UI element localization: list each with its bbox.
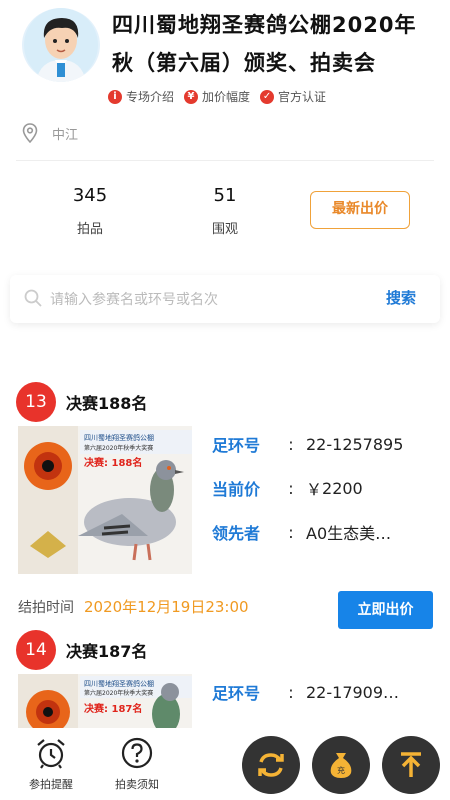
- views-stat: 51 围观: [195, 185, 255, 237]
- certified-badge[interactable]: ✓ 官方认证: [260, 88, 326, 105]
- search-bar[interactable]: 请输入参赛名或环号或名次 搜索: [10, 275, 440, 323]
- info-icon: i: [108, 89, 122, 104]
- increment-badge-label: 加价幅度: [202, 90, 251, 104]
- lot-number-badge: 14: [16, 630, 56, 670]
- arrow-up-icon: [401, 752, 421, 777]
- views-count: 51: [213, 185, 237, 206]
- current-price-label: 当前价: [212, 480, 261, 499]
- lot-header: 14 决赛187名: [16, 630, 147, 670]
- ring-number-label: 足环号: [212, 436, 261, 455]
- views-label: 围观: [211, 222, 238, 237]
- auction-header: 四川蜀地翔圣赛鸽公棚2020年秋（第六届）颁奖、拍卖会 i 专场介绍 ¥ 加价幅…: [0, 0, 450, 120]
- guide-label: 拍卖须知: [115, 778, 159, 791]
- alarm-clock-icon: [37, 739, 65, 769]
- photo-rank-label: 决赛: 188名: [84, 456, 142, 469]
- ring-number-value: 22-17909…: [306, 682, 400, 702]
- leader-value: A0生态美…: [306, 524, 392, 543]
- lots-count: 345: [72, 185, 108, 206]
- latest-bid-button[interactable]: 最新出价: [310, 191, 410, 229]
- svg-text:充: 充: [337, 765, 345, 775]
- page-title: 四川蜀地翔圣赛鸽公棚2020年秋（第六届）颁奖、拍卖会: [112, 13, 417, 75]
- question-icon: [121, 737, 153, 769]
- svg-text:四川蜀地翔圣赛鸽公棚: 四川蜀地翔圣赛鸽公棚: [84, 433, 154, 442]
- reminder-label: 参拍提醒: [29, 778, 73, 791]
- bid-now-button[interactable]: 立即出价: [338, 591, 433, 629]
- price-prefix: ￥: [306, 480, 323, 499]
- ring-number-value: 22-1257895: [306, 434, 404, 454]
- intro-badge[interactable]: i 专场介绍: [108, 88, 174, 105]
- leader-label: 领先者: [212, 524, 261, 543]
- lot-name: 决赛187名: [66, 642, 148, 661]
- recharge-button[interactable]: 充: [312, 736, 370, 794]
- pigeon-photo[interactable]: 四川蜀地翔圣赛鸽公棚 第六届2020年秋季大奖赛 决赛: 188名: [18, 426, 192, 574]
- certified-badge-label: 官方认证: [278, 90, 327, 104]
- divider: [16, 160, 434, 161]
- search-button[interactable]: 搜索: [386, 287, 416, 308]
- lot-name: 决赛188名: [66, 394, 148, 413]
- money-bag-icon: 充: [330, 753, 352, 778]
- guide-button[interactable]: 拍卖须知: [102, 736, 172, 792]
- photo-rank-label: 决赛: 187名: [84, 702, 142, 715]
- location-text: 中江: [52, 127, 79, 143]
- location-pin-icon: [22, 123, 38, 143]
- end-time-row: 结拍时间 2020年12月19日23:00: [18, 596, 249, 617]
- leader-row: 领先者 : A0生态美…: [212, 520, 391, 544]
- end-time-label: 结拍时间: [18, 599, 74, 616]
- refresh-button[interactable]: [242, 736, 300, 794]
- search-input[interactable]: 请输入参赛名或环号或名次: [50, 289, 218, 309]
- svg-text:四川蜀地翔圣赛鸽公棚: 四川蜀地翔圣赛鸽公棚: [84, 679, 154, 688]
- ring-number-row: 足环号 : 22-17909…: [212, 680, 399, 704]
- pigeon-photo[interactable]: 四川蜀地翔圣赛鸽公棚 第六届2020年秋季大奖赛 决赛: 187名: [18, 674, 192, 728]
- refresh-arrows-icon: [258, 753, 284, 777]
- current-price-value: 2200: [322, 478, 363, 498]
- location-row: 中江: [22, 122, 78, 144]
- current-price-row: 当前价 : ￥ 2200: [212, 476, 363, 500]
- svg-text:第六届2020年秋季大奖赛: 第六届2020年秋季大奖赛: [84, 444, 153, 452]
- stats-row: 345 拍品 51 围观 最新出价: [0, 185, 450, 255]
- scroll-top-button[interactable]: [382, 736, 440, 794]
- shield-check-icon: ✓: [260, 89, 275, 104]
- avatar: [22, 8, 100, 82]
- end-time-value: 2020年12月19日23:00: [84, 598, 249, 616]
- reminder-button[interactable]: 参拍提醒: [16, 736, 86, 792]
- lot-number-badge: 13: [16, 382, 56, 422]
- yen-icon: ¥: [184, 89, 199, 104]
- ring-number-row: 足环号 : 22-1257895: [212, 432, 403, 456]
- lots-label: 拍品: [76, 222, 103, 237]
- badge-row: i 专场介绍 ¥ 加价幅度 ✓ 官方认证: [108, 88, 326, 105]
- intro-badge-label: 专场介绍: [126, 90, 175, 104]
- ring-number-label: 足环号: [212, 684, 261, 703]
- search-icon: [24, 289, 42, 307]
- lots-stat: 345 拍品: [60, 185, 120, 237]
- increment-badge[interactable]: ¥ 加价幅度: [184, 88, 250, 105]
- lot-header: 13 决赛188名: [16, 382, 147, 422]
- svg-text:第六届2020年秋季大奖赛: 第六届2020年秋季大奖赛: [84, 689, 153, 697]
